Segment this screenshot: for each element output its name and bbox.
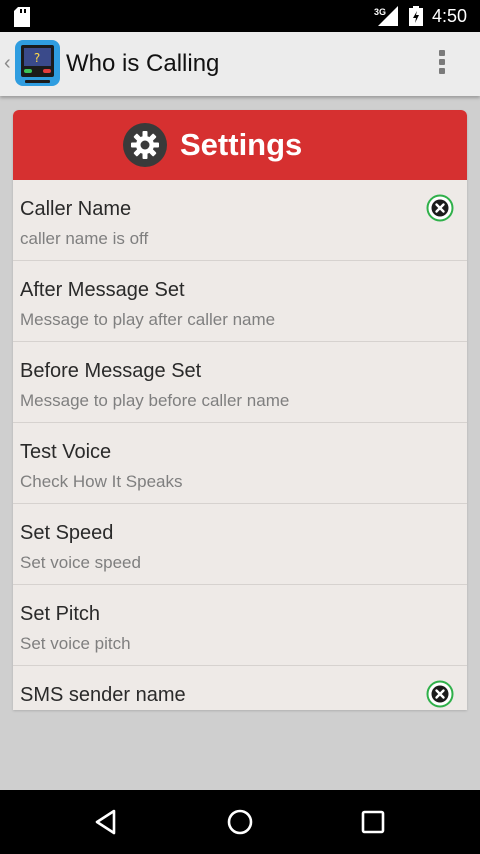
recents-square-icon[interactable] xyxy=(359,808,387,836)
battery-icon xyxy=(409,6,423,26)
setting-pitch[interactable]: Set Pitch Set voice pitch xyxy=(13,585,467,666)
setting-test-voice[interactable]: Test Voice Check How It Speaks xyxy=(13,423,467,504)
setting-title: Set Pitch xyxy=(20,603,101,625)
setting-summary: Message to play after caller name xyxy=(20,310,276,329)
setting-after-message[interactable]: After Message Set Message to play after … xyxy=(13,261,467,342)
setting-speed[interactable]: Set Speed Set voice speed xyxy=(13,504,467,585)
home-circle-icon[interactable] xyxy=(226,808,254,836)
setting-before-message[interactable]: Before Message Set Message to play befor… xyxy=(13,342,467,423)
setting-caller-name[interactable]: Caller Name caller name is off xyxy=(13,180,467,261)
back-triangle-icon[interactable] xyxy=(92,808,120,836)
app-logo-icon[interactable]: ? xyxy=(15,40,60,86)
setting-summary: Set voice pitch xyxy=(20,634,131,653)
setting-title: Set Speed xyxy=(20,522,114,544)
action-bar: ‹ ? Who is Calling xyxy=(0,32,480,96)
up-caret-icon[interactable]: ‹ xyxy=(4,52,11,75)
overflow-menu-icon[interactable] xyxy=(434,48,450,80)
setting-title: SMS sender name xyxy=(20,684,186,706)
settings-title: Settings xyxy=(180,127,303,162)
navigation-bar xyxy=(0,790,480,854)
toggle-off-icon[interactable] xyxy=(426,194,454,222)
setting-summary: Message to play before caller name xyxy=(20,391,290,410)
setting-summary: caller name is off xyxy=(20,229,149,248)
settings-header: Settings xyxy=(13,110,467,180)
clock: 4:50 xyxy=(432,6,468,26)
gear-icon xyxy=(123,123,167,167)
setting-title: After Message Set xyxy=(20,279,185,301)
status-bar: 3G 4:50 xyxy=(0,0,480,32)
setting-title: Before Message Set xyxy=(20,360,202,382)
svg-text:?: ? xyxy=(34,51,40,65)
settings-card: Settings Caller Name caller name is off … xyxy=(13,110,467,710)
app-title: Who is Calling xyxy=(66,50,220,77)
setting-sms-sender-name[interactable]: SMS sender name xyxy=(13,666,467,710)
setting-title: Caller Name xyxy=(20,198,132,220)
setting-summary: Set voice speed xyxy=(20,553,141,572)
setting-summary: Check How It Speaks xyxy=(20,472,183,491)
setting-title: Test Voice xyxy=(20,441,112,463)
toggle-off-icon[interactable] xyxy=(426,680,454,708)
sd-card-icon xyxy=(14,7,30,27)
signal-icon xyxy=(378,6,398,26)
